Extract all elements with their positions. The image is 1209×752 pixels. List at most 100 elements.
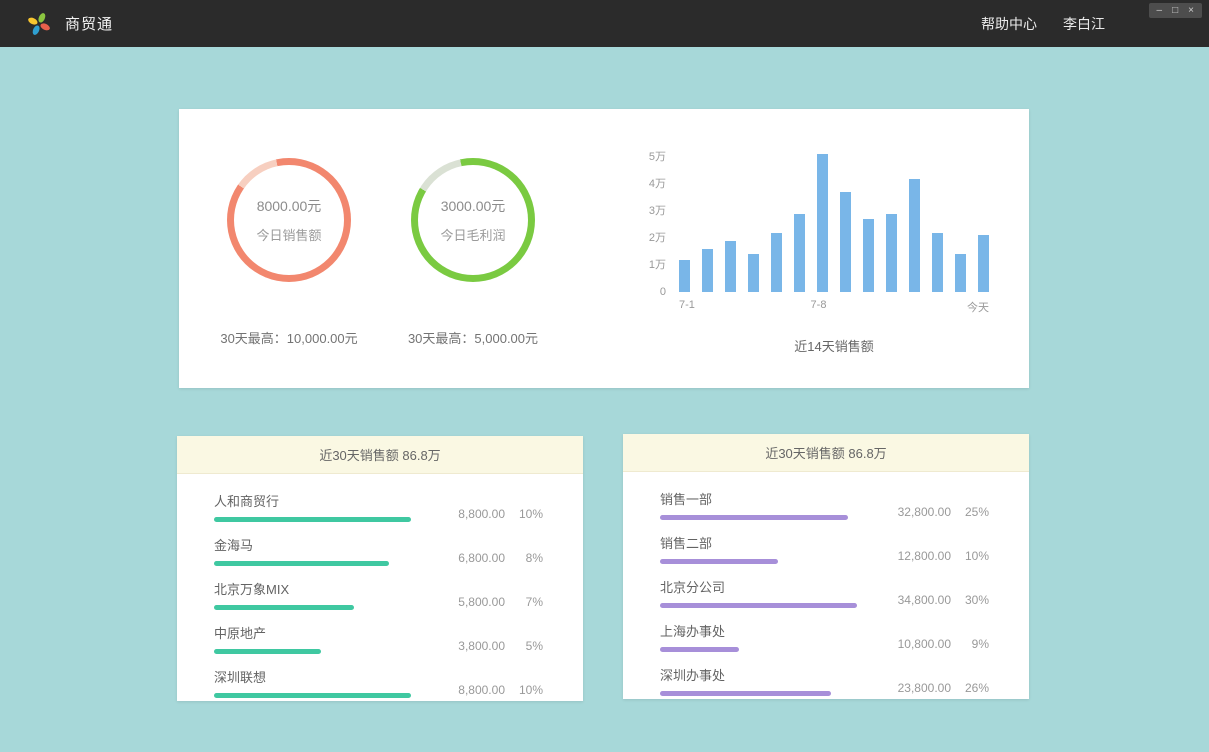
bar-7-3 (725, 241, 736, 292)
app-window: 商贸通 帮助中心 李白江 – □ × 8000.00元 今日销售额 30天最高：… (0, 0, 1209, 752)
item-main: 上海办事处 (660, 621, 879, 652)
item-percent: 10% (515, 507, 543, 521)
item-value: 3,800.005% (433, 623, 543, 654)
list-item: 北京万象MIX 5,800.00 7% (214, 579, 543, 610)
item-name: 金海马 (214, 535, 433, 554)
item-name: 中原地产 (214, 623, 433, 642)
item-progress-bar (660, 559, 778, 564)
bar-7-9 (863, 219, 874, 292)
list-item: 人和商贸行 8,800.00 10% (214, 491, 543, 522)
help-center-link[interactable]: 帮助中心 (981, 14, 1037, 34)
item-value: 10,800.00 9% (879, 621, 989, 652)
item-name: 销售一部 (660, 489, 879, 508)
item-progress-bar (660, 603, 857, 608)
item-main: 深圳联想 (214, 667, 433, 698)
departments-card: 近30天销售额 86.8万 销售一部32,800.0025%销售二部12,800… (623, 434, 1029, 699)
x-tick: 7-8 (811, 299, 827, 311)
item-name: 北京分公司 (660, 577, 879, 596)
x-tick: 今天 (967, 299, 989, 315)
item-progress-bar (214, 517, 411, 522)
item-main: 北京万象MIX (214, 579, 433, 610)
item-amount: 12,800.00 (898, 549, 951, 563)
donut-center-text: 8000.00元 今日销售额 (256, 196, 321, 244)
maximize-button[interactable]: □ (1172, 5, 1178, 16)
today-sales-value: 8000.00元 (256, 196, 321, 216)
y-tick: 2万 (649, 232, 666, 244)
minimize-button[interactable]: – (1157, 5, 1163, 16)
item-name: 深圳联想 (214, 667, 433, 686)
customers-card-header: 近30天销售额 86.8万 (177, 436, 583, 474)
departments-card-header: 近30天销售额 86.8万 (623, 434, 1029, 472)
bar-7-4 (748, 254, 759, 292)
item-percent: 10% (961, 549, 989, 563)
list-item: 上海办事处 10,800.00 9% (660, 621, 989, 652)
bar-7-12 (932, 233, 943, 292)
bar-group (679, 152, 989, 292)
bar-7-11 (909, 179, 920, 292)
bar-7-6 (794, 214, 805, 292)
item-percent: 9% (961, 637, 989, 651)
item-main: 人和商贸行 (214, 491, 433, 522)
chart-caption: 近14天销售额 (679, 336, 989, 355)
item-name: 人和商贸行 (214, 491, 433, 510)
y-tick: 3万 (649, 205, 666, 217)
item-percent: 30% (961, 593, 989, 607)
item-name: 北京万象MIX (214, 579, 433, 598)
x-axis-labels: 7-1 7-8 今天 (679, 299, 989, 315)
bar-7-13 (955, 254, 966, 292)
item-main: 中原地产 (214, 623, 433, 654)
item-percent: 5% (515, 639, 543, 653)
today-profit-donut-block: 3000.00元 今日毛利润 30天最高：5,000.00元 (363, 109, 583, 347)
item-name: 销售二部 (660, 533, 879, 552)
item-amount: 8,800.00 (458, 683, 505, 697)
item-value: 5,800.00 7% (433, 579, 543, 610)
item-percent: 7% (515, 595, 543, 609)
item-amount: 23,800.00 (898, 681, 951, 695)
today-summary-card: 8000.00元 今日销售额 30天最高：10,000.00元 3000.00元… (179, 109, 1029, 388)
list-item: 中原地产3,800.005% (214, 623, 543, 654)
y-tick: 4万 (649, 178, 666, 190)
window-controls: – □ × (1149, 3, 1202, 18)
today-profit-donut-chart: 3000.00元 今日毛利润 (411, 158, 535, 282)
x-tick: 7-1 (679, 299, 695, 311)
user-menu[interactable]: 李白江 (1063, 14, 1105, 34)
item-value: 12,800.00 10% (879, 533, 989, 564)
item-main: 金海马 (214, 535, 433, 566)
item-main: 北京分公司 (660, 577, 879, 608)
close-button[interactable]: × (1188, 5, 1194, 16)
item-amount: 32,800.00 (898, 505, 951, 519)
list-item: 金海马 6,800.00 8% (214, 535, 543, 566)
today-sales-donut-chart: 8000.00元 今日销售额 (227, 158, 351, 282)
item-percent: 26% (961, 681, 989, 695)
bar-7-5 (771, 233, 782, 292)
item-name: 上海办事处 (660, 621, 879, 640)
item-amount: 34,800.00 (898, 593, 951, 607)
sales-14d-bar-chart: 5万4万3万2万1万0 7-17-8今天 近14天销售额 (634, 139, 1004, 379)
bar-7-1 (679, 260, 690, 292)
app-logo-pinwheel-icon (26, 11, 52, 37)
item-progress-bar (214, 649, 321, 654)
bar-7-2 (702, 249, 713, 292)
item-amount: 6,800.00 (458, 551, 505, 565)
item-amount: 8,800.00 (458, 507, 505, 521)
bar-7-10 (886, 214, 897, 292)
item-percent: 8% (515, 551, 543, 565)
item-amount: 10,800.00 (898, 637, 951, 651)
today-profit-label: 今日毛利润 (440, 225, 505, 244)
item-progress-bar (660, 647, 739, 652)
bar-7-7 (817, 154, 828, 292)
item-percent: 25% (961, 505, 989, 519)
y-tick: 0 (660, 286, 666, 298)
department-list: 销售一部 32,800.00 25% 销售二部 12,800.00 10% 北京分公司 34,… (623, 472, 1029, 696)
list-item: 销售一部 32,800.00 25% (660, 489, 989, 520)
titlebar: 商贸通 帮助中心 李白江 – □ × (0, 0, 1209, 47)
item-main: 销售二部 (660, 533, 879, 564)
item-progress-bar (660, 691, 831, 696)
y-axis: 5万4万3万2万1万0 (634, 152, 666, 292)
item-main: 销售一部 (660, 489, 879, 520)
item-progress-bar (214, 693, 411, 698)
item-amount: 5,800.00 (458, 595, 505, 609)
plot-area (679, 152, 989, 292)
today-sales-label: 今日销售额 (256, 225, 321, 244)
y-tick: 5万 (649, 151, 666, 163)
